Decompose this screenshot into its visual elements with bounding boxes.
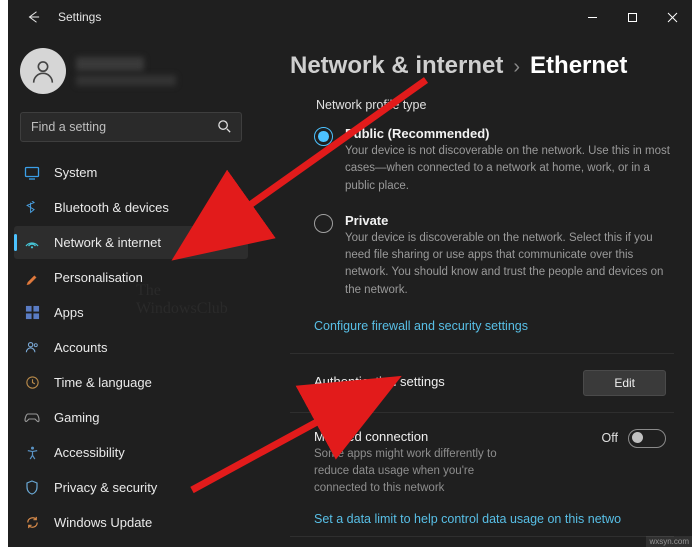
accounts-icon (24, 340, 40, 356)
sidebar-item-label: Time & language (54, 375, 152, 390)
sidebar-item-label: System (54, 165, 97, 180)
system-icon (24, 165, 40, 181)
sidebar: System Bluetooth & devices Network & int… (8, 34, 254, 547)
sidebar-item-personalisation[interactable]: Personalisation (14, 261, 248, 294)
authentication-row[interactable]: Authentication settings Edit (290, 354, 674, 413)
metered-toggle[interactable] (628, 429, 666, 448)
avatar (20, 48, 66, 94)
sidebar-item-time[interactable]: Time & language (14, 366, 248, 399)
radio-public-desc: Your device is not discoverable on the n… (345, 143, 674, 195)
network-profile-type-label: Network profile type (316, 98, 674, 112)
arrow-left-icon (26, 10, 40, 24)
sidebar-item-bluetooth[interactable]: Bluetooth & devices (14, 191, 248, 224)
shield-icon (24, 480, 40, 496)
sidebar-item-system[interactable]: System (14, 156, 248, 189)
sidebar-item-apps[interactable]: Apps (14, 296, 248, 329)
sidebar-item-label: Windows Update (54, 515, 152, 530)
sidebar-list: System Bluetooth & devices Network & int… (14, 156, 248, 547)
person-icon (29, 57, 57, 85)
minimize-icon (587, 12, 598, 23)
breadcrumb: Network & internet › Ethernet (290, 52, 674, 80)
search-input[interactable] (20, 112, 242, 142)
radio-private-title: Private (345, 213, 674, 228)
data-limit-link[interactable]: Set a data limit to help control data us… (314, 512, 666, 526)
sidebar-item-accounts[interactable]: Accounts (14, 331, 248, 364)
breadcrumb-parent[interactable]: Network & internet (290, 52, 503, 80)
personalisation-icon (24, 270, 40, 286)
main-panel: Network & internet › Ethernet Network pr… (254, 34, 692, 547)
metered-title: Metered connection (314, 429, 602, 444)
sidebar-item-gaming[interactable]: Gaming (14, 401, 248, 434)
radio-private-desc: Your device is discoverable on the netwo… (345, 230, 674, 299)
sidebar-item-label: Personalisation (54, 270, 143, 285)
sidebar-item-label: Gaming (54, 410, 100, 425)
radio-private[interactable]: Private Your device is discoverable on t… (290, 213, 674, 317)
sidebar-item-privacy[interactable]: Privacy & security (14, 471, 248, 504)
back-button[interactable] (20, 4, 46, 30)
close-button[interactable] (652, 0, 692, 34)
gaming-icon (24, 410, 40, 426)
sidebar-item-network[interactable]: Network & internet (14, 226, 248, 259)
apps-icon (24, 305, 40, 321)
sidebar-item-label: Network & internet (54, 235, 161, 250)
toggle-label: Off (602, 431, 618, 445)
search-icon (217, 119, 232, 134)
accessibility-icon (24, 445, 40, 461)
sidebar-item-label: Accounts (54, 340, 107, 355)
bluetooth-icon (24, 200, 40, 216)
profile-email (76, 75, 176, 86)
sidebar-item-label: Accessibility (54, 445, 125, 460)
sidebar-item-update[interactable]: Windows Update (14, 506, 248, 539)
sidebar-item-accessibility[interactable]: Accessibility (14, 436, 248, 469)
radio-public[interactable]: Public (Recommended) Your device is not … (290, 126, 674, 213)
radio-dot-icon (314, 127, 333, 146)
window-title: Settings (58, 10, 572, 24)
authentication-title: Authentication settings (314, 374, 583, 389)
chevron-right-icon: › (513, 56, 520, 79)
edit-button[interactable]: Edit (583, 370, 666, 396)
radio-circle-icon (314, 214, 333, 233)
firewall-link[interactable]: Configure firewall and security settings (314, 319, 674, 333)
titlebar: Settings (8, 0, 692, 34)
minimize-button[interactable] (572, 0, 612, 34)
maximize-button[interactable] (612, 0, 652, 34)
network-icon (24, 235, 40, 251)
update-icon (24, 515, 40, 531)
profile-name (76, 57, 144, 71)
metered-desc: Some apps might work differently to redu… (314, 446, 524, 498)
maximize-icon (627, 12, 638, 23)
time-icon (24, 375, 40, 391)
source-tag: wxsyn.com (646, 536, 692, 547)
sidebar-item-label: Privacy & security (54, 480, 157, 495)
profile-block[interactable] (14, 42, 248, 106)
breadcrumb-current: Ethernet (530, 52, 627, 80)
ip-row[interactable]: IP assignment: (290, 537, 674, 547)
close-icon (667, 12, 678, 23)
radio-public-title: Public (Recommended) (345, 126, 674, 141)
main-scroll[interactable]: Network & internet › Ethernet Network pr… (254, 34, 692, 547)
metered-row[interactable]: Metered connection Some apps might work … (290, 413, 674, 532)
sidebar-item-label: Apps (54, 305, 84, 320)
settings-window: Settings (8, 0, 692, 547)
sidebar-item-label: Bluetooth & devices (54, 200, 169, 215)
